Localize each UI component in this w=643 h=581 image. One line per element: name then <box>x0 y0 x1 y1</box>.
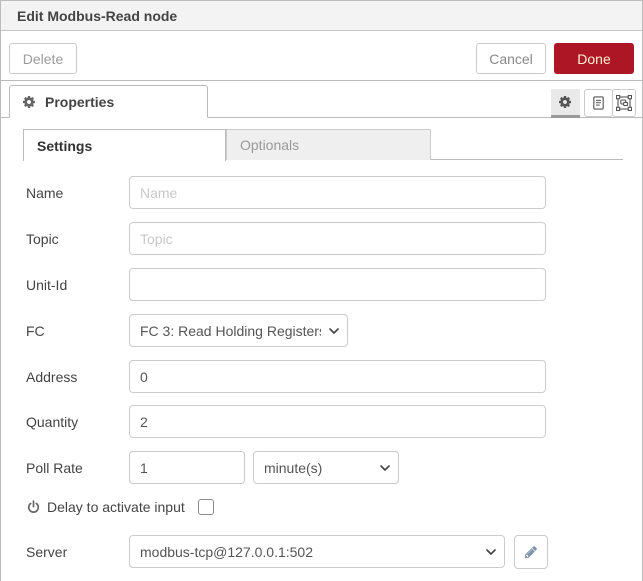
edit-node-dialog: Edit Modbus-Read node Delete Cancel Done… <box>0 0 643 581</box>
tab-settings[interactable]: Settings <box>23 129 226 161</box>
topic-input[interactable] <box>129 222 546 255</box>
topic-label: Topic <box>26 231 129 247</box>
done-button[interactable]: Done <box>554 43 634 74</box>
quantity-input[interactable] <box>129 405 546 438</box>
unit-id-label: Unit-Id <box>26 277 129 293</box>
quantity-label: Quantity <box>26 414 129 430</box>
quantity-row: Quantity <box>26 405 546 438</box>
name-row: Name <box>26 176 546 209</box>
poll-rate-unit-select[interactable]: minute(s) <box>253 451 399 484</box>
name-input[interactable] <box>129 176 546 209</box>
fc-label: FC <box>26 323 129 339</box>
poll-rate-input[interactable] <box>129 451 245 484</box>
gear-icon <box>23 95 37 109</box>
delete-button[interactable]: Delete <box>9 43 77 74</box>
address-row: Address <box>26 360 546 393</box>
address-input[interactable] <box>129 360 546 393</box>
description-icon-button[interactable] <box>584 89 613 117</box>
tab-properties-label: Properties <box>45 94 114 110</box>
fc-select[interactable]: FC 3: Read Holding Registers <box>129 314 348 347</box>
tab-optionals[interactable]: Optionals <box>226 129 431 160</box>
topic-row: Topic <box>26 222 546 255</box>
poll-rate-row: Poll Rate minute(s) <box>26 451 399 484</box>
address-label: Address <box>26 369 129 385</box>
server-select[interactable]: modbus-tcp@127.0.0.1:502 <box>129 535 505 568</box>
tab-optionals-label: Optionals <box>240 137 299 153</box>
dialog-title: Edit Modbus-Read node <box>17 8 177 24</box>
tab-settings-label: Settings <box>37 138 92 154</box>
editor-tabbar: Properties <box>1 82 642 118</box>
poll-rate-label: Poll Rate <box>26 460 129 476</box>
server-row: Server modbus-tcp@127.0.0.1:502 <box>26 535 505 568</box>
form-tabbar: Settings Optionals <box>23 129 623 160</box>
pencil-icon <box>524 545 538 559</box>
delay-row: Delay to activate input <box>26 493 185 521</box>
gear-icon <box>559 95 573 109</box>
unit-id-row: Unit-Id <box>26 268 546 301</box>
power-icon <box>26 500 41 515</box>
dialog-toolbar: Delete Cancel Done <box>1 32 642 81</box>
delay-checkbox[interactable] <box>198 499 214 515</box>
tab-properties[interactable]: Properties <box>9 85 208 118</box>
server-label: Server <box>26 544 129 560</box>
appearance-icon-button[interactable] <box>612 89 636 117</box>
unit-id-input[interactable] <box>129 268 546 301</box>
delay-label: Delay to activate input <box>47 499 185 515</box>
name-label: Name <box>26 185 129 201</box>
fc-row: FC FC 3: Read Holding Registers <box>26 314 348 347</box>
appearance-icon <box>616 95 632 111</box>
dialog-header: Edit Modbus-Read node <box>1 1 642 31</box>
cancel-button[interactable]: Cancel <box>476 43 546 74</box>
document-icon <box>591 95 606 111</box>
properties-icon-button[interactable] <box>551 89 580 118</box>
edit-server-button[interactable] <box>514 535 548 569</box>
